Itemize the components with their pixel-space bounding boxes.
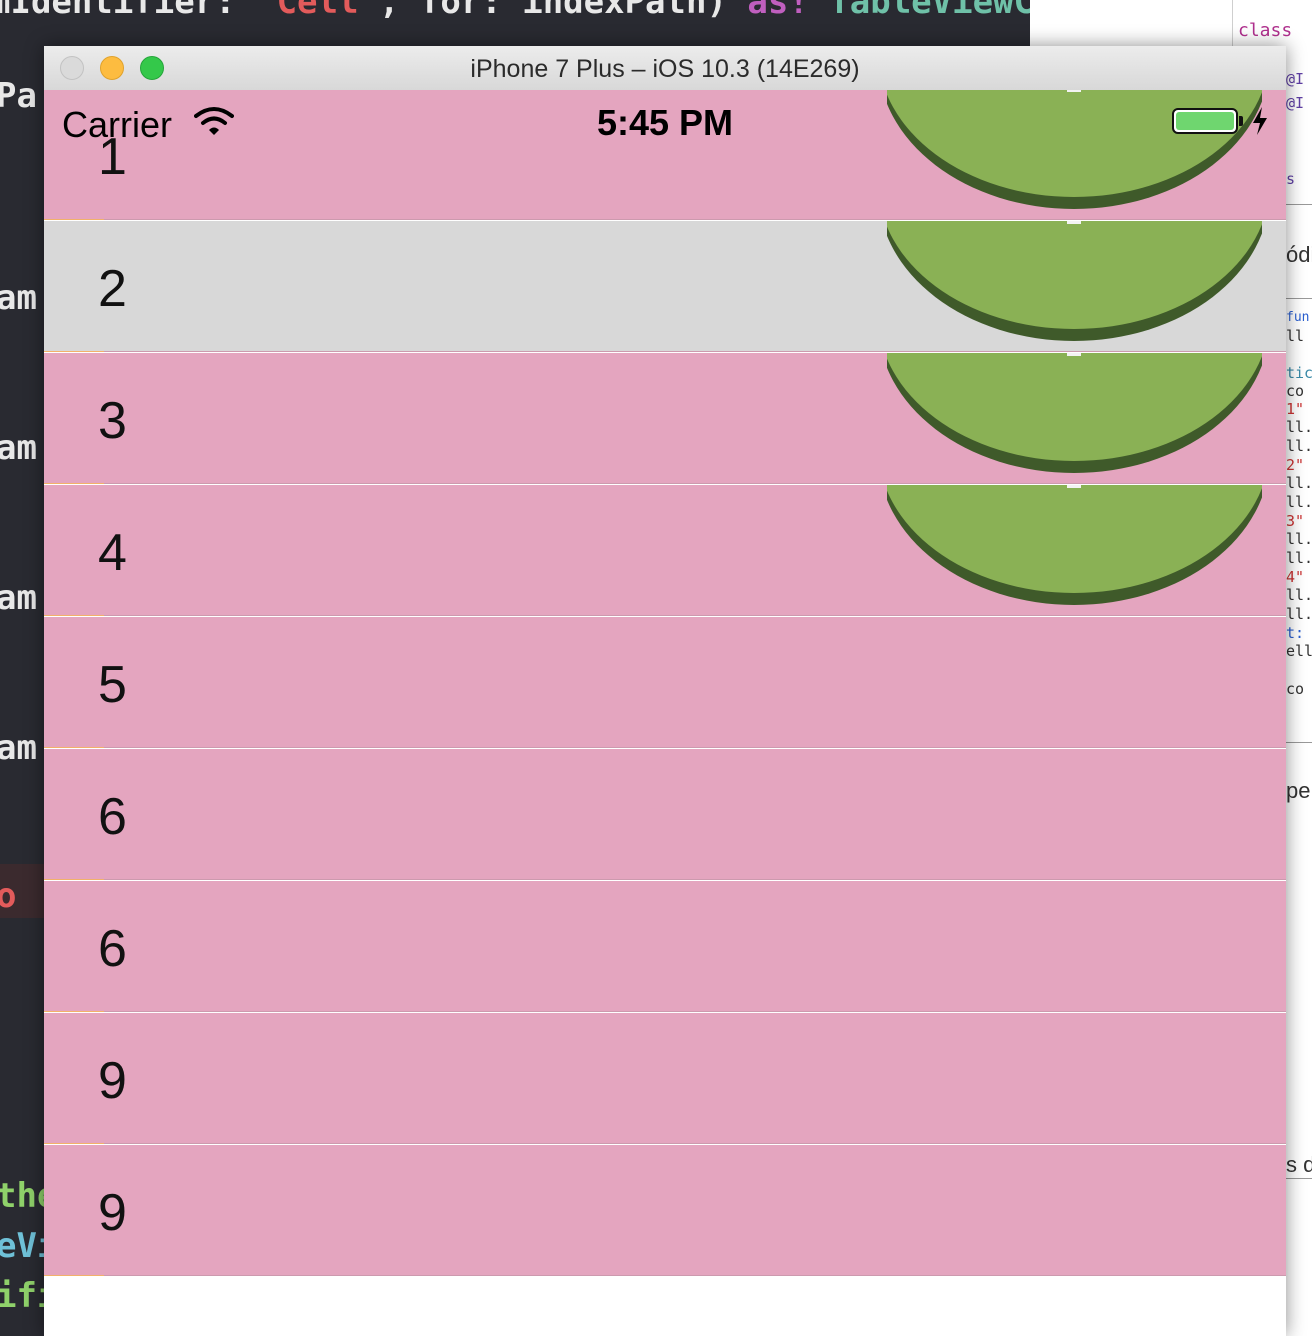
code-fragment: ll.: [1286, 530, 1312, 548]
battery-level: [1176, 112, 1234, 130]
code-fragment: ódi: [1286, 242, 1312, 267]
code-fragment: pe: [1286, 778, 1311, 803]
row-separator-accent: [44, 219, 104, 220]
row-separator: [104, 879, 1286, 880]
code-fragment: @I: [1286, 94, 1305, 112]
table-row[interactable]: 3: [44, 353, 1286, 484]
code-fragment: am: [0, 578, 37, 618]
battery-icon: [1172, 108, 1238, 134]
code-fragment: s d: [1286, 1152, 1312, 1177]
code-fragment: ll.: [1286, 437, 1312, 455]
code-fragment: ll.: [1286, 493, 1312, 511]
code-fragment: 4": [1286, 568, 1305, 586]
code-line-top: mIdentifier: "Cell", for: indexPath) as!…: [0, 0, 1198, 22]
code-fragment: ll.: [1286, 586, 1312, 604]
code-keyword: class: [1238, 20, 1293, 41]
cell-image: [887, 485, 1262, 605]
row-separator-accent: [44, 1011, 104, 1012]
cell-image: [887, 353, 1262, 473]
window-titlebar[interactable]: iPhone 7 Plus – iOS 10.3 (14E269): [44, 46, 1286, 91]
code-fragment: s: [1286, 170, 1296, 188]
device-screen: 123456699 Carrier 5:45 PM: [44, 90, 1286, 1336]
row-label: 9: [98, 1184, 127, 1242]
code-fragment: co: [1286, 680, 1305, 698]
status-bar: Carrier 5:45 PM: [44, 90, 1286, 154]
table-row[interactable]: 6: [44, 749, 1286, 880]
code-fragment: co: [1286, 382, 1305, 400]
code-fragment: 1": [1286, 400, 1305, 418]
code-fragment: t:: [1286, 624, 1305, 642]
code-fragment: ll.: [1286, 549, 1312, 567]
row-label: 6: [98, 788, 127, 846]
row-separator: [104, 747, 1286, 748]
row-label: 2: [98, 260, 127, 318]
battery-tip: [1239, 116, 1243, 126]
status-time: 5:45 PM: [596, 102, 734, 143]
table-row[interactable]: 9: [44, 1145, 1286, 1276]
divider: [1286, 204, 1312, 205]
table-row[interactable]: 2: [44, 221, 1286, 352]
code-fragment: ll: [1286, 327, 1305, 345]
code-fragment: ll.: [1286, 418, 1312, 436]
row-separator-accent: [44, 615, 104, 616]
code-fragment: am: [0, 278, 37, 318]
table-row[interactable]: 5: [44, 617, 1286, 748]
divider: [1286, 1178, 1312, 1179]
row-separator-accent: [44, 351, 104, 352]
row-separator: [104, 615, 1286, 616]
row-separator: [104, 1011, 1286, 1012]
simulator-window: iPhone 7 Plus – iOS 10.3 (14E269) 123456…: [44, 46, 1286, 1336]
row-separator: [104, 1143, 1286, 1144]
panel-divider: [1232, 0, 1233, 46]
row-separator-accent: [44, 747, 104, 748]
row-label: 5: [98, 656, 127, 714]
row-separator-accent: [44, 879, 104, 880]
table-row[interactable]: 6: [44, 881, 1286, 1012]
code-fragment: am: [0, 428, 37, 468]
divider: [1286, 742, 1312, 743]
divider: [1286, 298, 1312, 299]
code-fragment: ll.: [1286, 605, 1312, 623]
row-label: 4: [98, 524, 127, 582]
row-separator: [104, 1275, 1286, 1276]
row-separator-accent: [44, 1275, 104, 1276]
row-separator-accent: [44, 1143, 104, 1144]
window-title: iPhone 7 Plus – iOS 10.3 (14E269): [470, 55, 860, 83]
row-separator: [104, 483, 1286, 484]
code-fragment: Pa: [0, 76, 37, 116]
charging-bolt-icon: [1253, 107, 1267, 135]
code-fragment: ll.: [1286, 474, 1312, 492]
code-fragment: ell: [1286, 642, 1312, 660]
row-label: 3: [98, 392, 127, 450]
row-label: 9: [98, 1052, 127, 1110]
row-label: 6: [98, 920, 127, 978]
code-fragment: 3": [1286, 512, 1305, 530]
table-row[interactable]: 4: [44, 485, 1286, 616]
code-fragment: fun: [1286, 310, 1310, 325]
code-fragment: am: [0, 728, 37, 768]
row-separator: [104, 351, 1286, 352]
cell-image: [887, 221, 1262, 341]
row-separator-accent: [44, 483, 104, 484]
code-fragment: 2": [1286, 456, 1305, 474]
code-fragment: @I: [1286, 70, 1305, 88]
row-separator: [104, 219, 1286, 220]
table-row[interactable]: 9: [44, 1013, 1286, 1144]
code-fragment: tic: [1286, 364, 1312, 382]
